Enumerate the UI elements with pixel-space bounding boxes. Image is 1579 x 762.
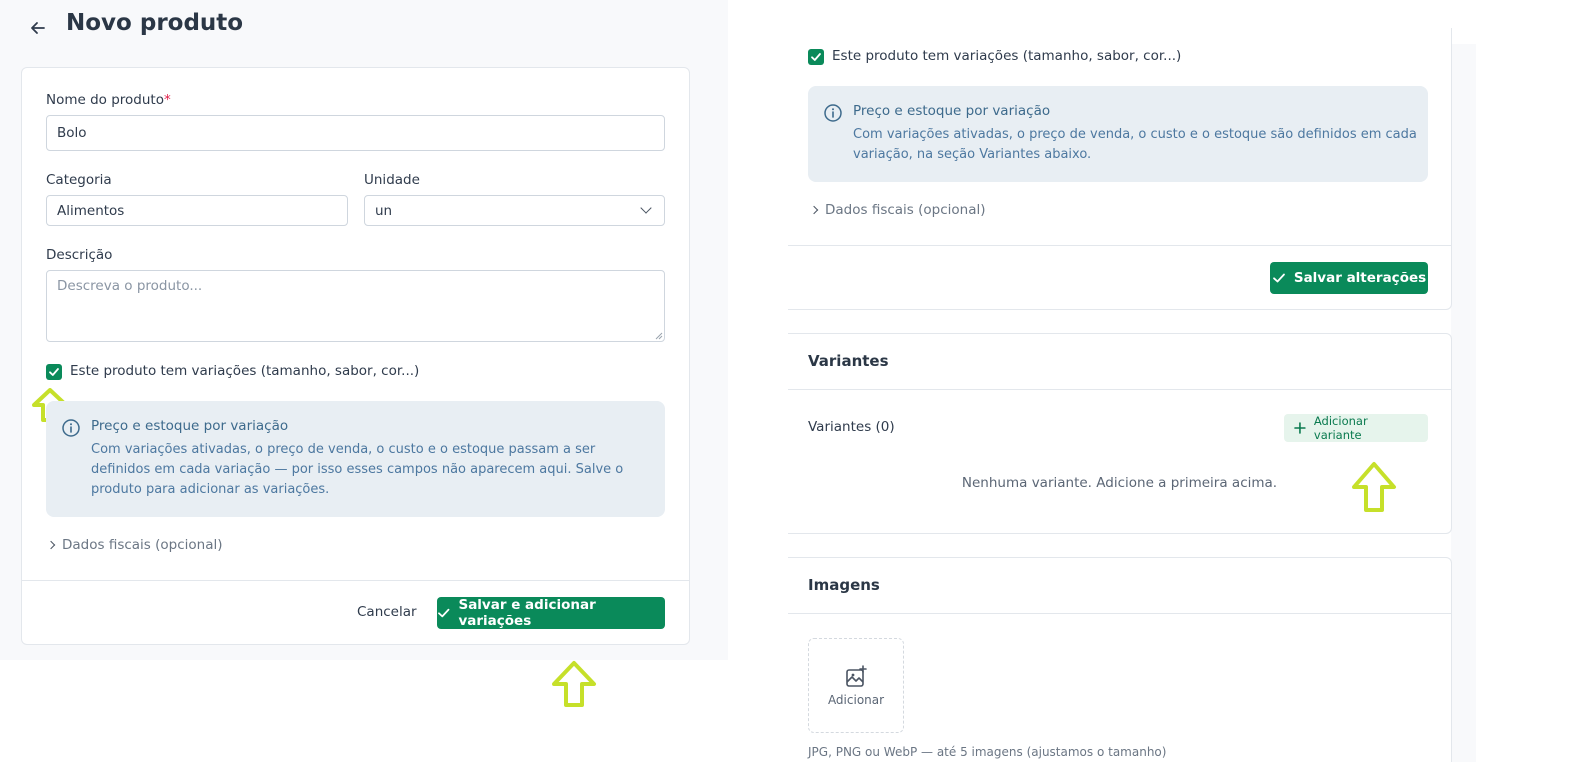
images-divider xyxy=(788,613,1451,614)
category-input[interactable]: Alimentos xyxy=(46,195,348,226)
fiscal-data-toggle-edit[interactable]: Dados fiscais (opcional) xyxy=(809,202,986,218)
add-image-label: Adicionar xyxy=(827,692,885,707)
page-title: Novo produto xyxy=(66,10,244,36)
name-label: Nome do produto* xyxy=(46,92,171,108)
variations-checkbox-label[interactable]: Este produto tem variações (tamanho, sab… xyxy=(70,363,419,379)
chevron-right-icon xyxy=(809,205,819,215)
required-mark: * xyxy=(164,92,171,108)
arrow-left-icon xyxy=(31,22,45,34)
unit-select[interactable]: un xyxy=(364,195,665,226)
footer-divider xyxy=(22,580,689,581)
variants-title: Variantes xyxy=(808,352,889,370)
resize-handle-icon[interactable] xyxy=(655,332,663,340)
edit-footer-divider xyxy=(788,245,1451,246)
check-icon xyxy=(438,608,450,618)
description-textarea[interactable]: Descreva o produto... xyxy=(46,270,665,342)
images-title: Imagens xyxy=(808,576,880,594)
highlight-arrow-icon xyxy=(1350,461,1398,513)
unit-value: un xyxy=(375,202,393,219)
product-name-input[interactable]: Bolo xyxy=(46,115,665,151)
fiscal-data-label: Dados fiscais (opcional) xyxy=(62,537,223,553)
save-changes-button[interactable]: Salvar alterações xyxy=(1270,262,1428,294)
fiscal-data-label-edit: Dados fiscais (opcional) xyxy=(825,202,986,218)
product-form-card xyxy=(21,67,690,645)
info-icon xyxy=(62,419,80,437)
info-icon xyxy=(824,104,842,122)
add-variant-label: Adicionar variante xyxy=(1313,414,1368,442)
info-title: Preço e estoque por variação xyxy=(91,418,289,434)
description-label: Descrição xyxy=(46,247,113,263)
variations-checkbox[interactable] xyxy=(46,364,62,380)
variations-checkbox-edit[interactable] xyxy=(808,49,824,65)
add-variant-button[interactable]: Adicionar variante xyxy=(1284,414,1428,442)
info-text-edit: Com variações ativadas, o preço de venda… xyxy=(853,127,1417,162)
fiscal-data-toggle[interactable]: Dados fiscais (opcional) xyxy=(46,537,223,553)
variations-checkbox-label-edit[interactable]: Este produto tem variações (tamanho, sab… xyxy=(832,48,1181,64)
category-label: Categoria xyxy=(46,172,112,188)
chevron-down-icon xyxy=(640,202,652,214)
product-name-value: Bolo xyxy=(57,125,87,141)
category-value: Alimentos xyxy=(57,202,125,219)
save-changes-label: Salvar alterações xyxy=(1293,270,1427,286)
highlight-arrow-icon xyxy=(550,660,598,708)
right-scroll-gutter xyxy=(1451,44,1476,762)
save-and-add-variations-button[interactable]: Salvar e adicionar variações xyxy=(437,597,665,629)
variants-count: Variantes (0) xyxy=(808,419,895,435)
unit-label: Unidade xyxy=(364,172,420,188)
check-icon xyxy=(1272,273,1285,283)
description-placeholder: Descreva o produto... xyxy=(57,278,203,294)
check-icon xyxy=(49,368,59,376)
add-image-button[interactable]: Adicionar xyxy=(808,638,904,733)
back-button[interactable] xyxy=(22,14,54,42)
variants-divider xyxy=(788,389,1451,390)
plus-icon xyxy=(1294,422,1306,434)
save-and-add-variations-label: Salvar e adicionar variações xyxy=(458,597,596,629)
chevron-right-icon xyxy=(46,540,56,550)
name-label-text: Nome do produto xyxy=(46,92,164,108)
images-hint: JPG, PNG ou WebP — até 5 imagens (ajusta… xyxy=(808,745,1167,759)
image-add-icon xyxy=(846,664,867,687)
check-icon xyxy=(811,53,821,61)
cancel-button[interactable]: Cancelar xyxy=(357,604,417,620)
info-title-edit: Preço e estoque por variação xyxy=(853,103,1051,119)
info-text: Com variações ativadas, o preço de venda… xyxy=(91,442,624,497)
